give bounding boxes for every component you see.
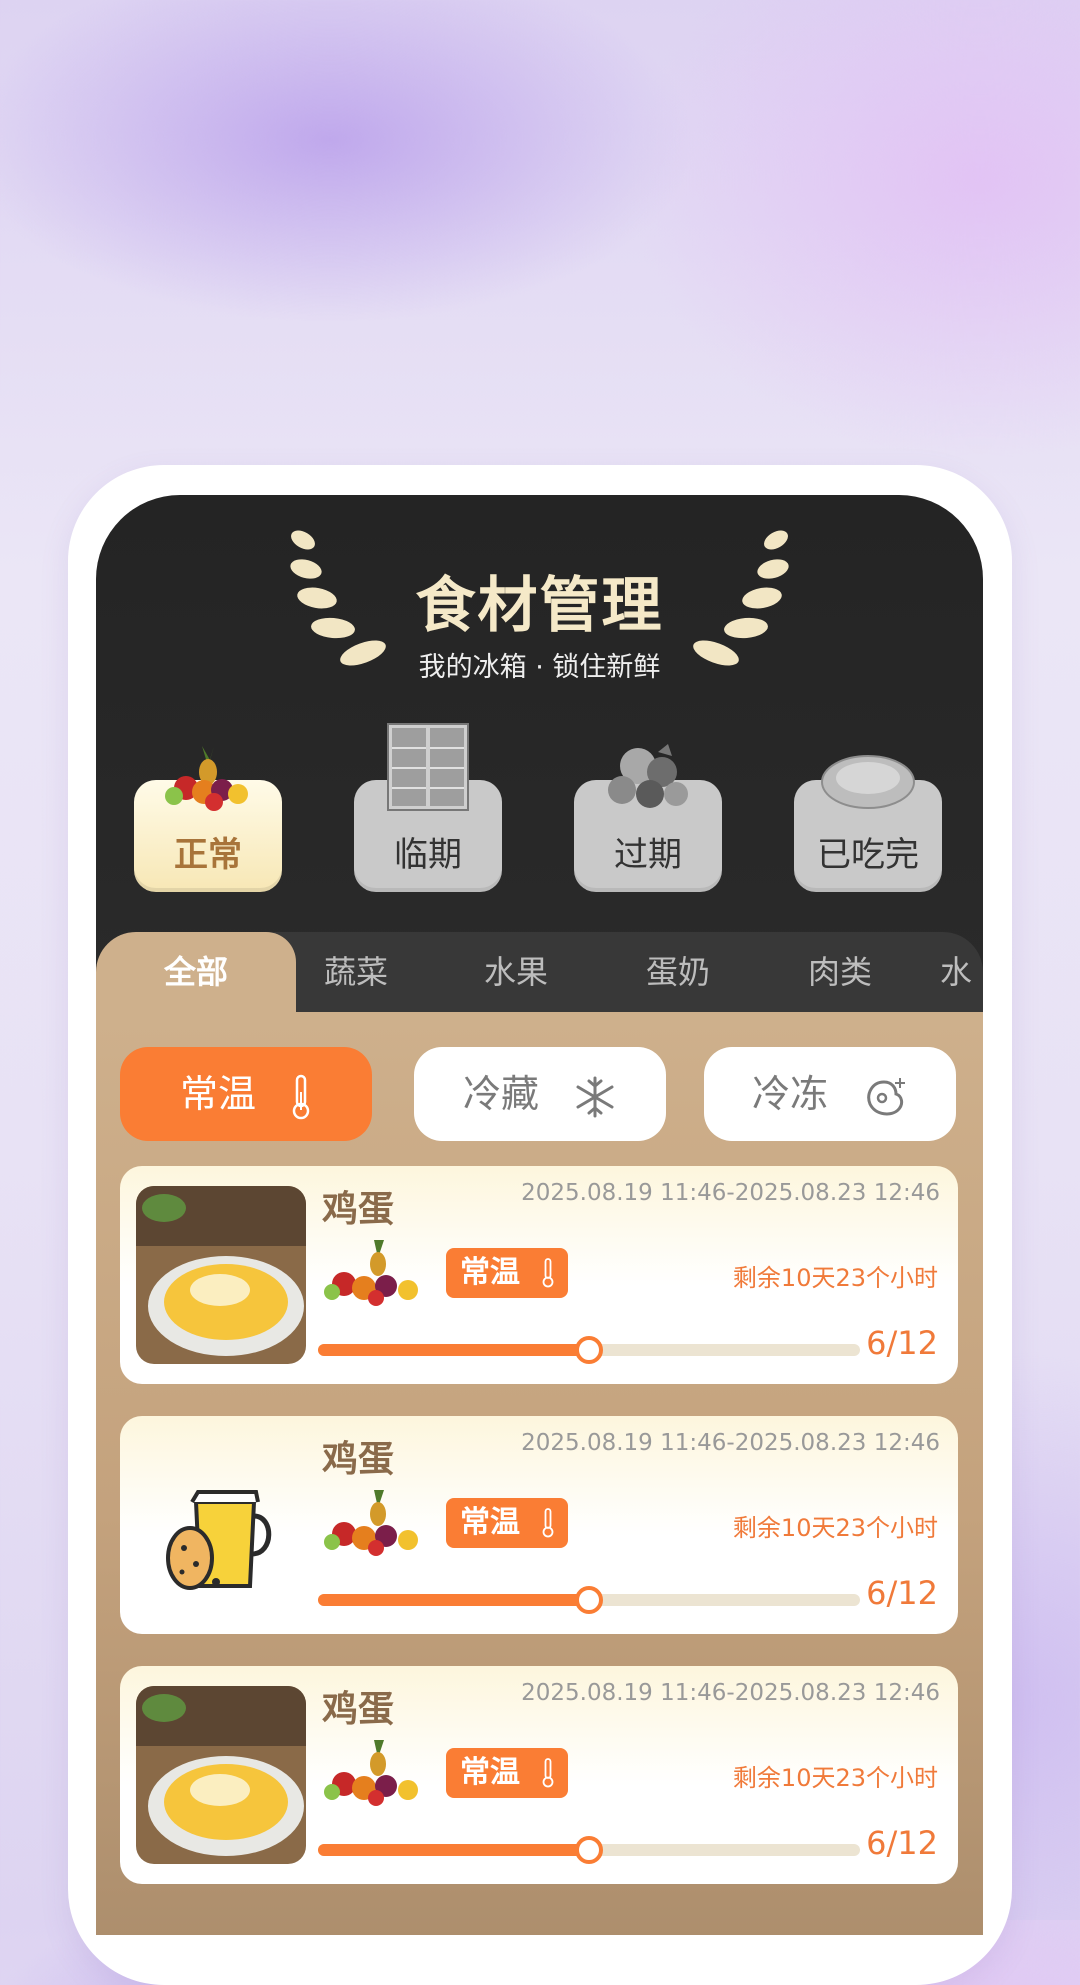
status-tab-label: 正常 <box>174 835 242 875</box>
progress-knob[interactable] <box>575 1336 603 1364</box>
status-tab-normal[interactable]: 正常 <box>134 746 282 892</box>
fruit-basket-icon <box>165 746 248 811</box>
fridge-icon <box>387 723 469 811</box>
storage-tag-label: 常温 <box>460 1505 520 1540</box>
progress-fill <box>318 1594 589 1606</box>
status-tabs: 正常 临期 过期 已吃完 <box>96 723 983 900</box>
food-date-range: 2025.08.19 11:46-2025.08.23 12:46 <box>521 1180 940 1206</box>
progress-fill <box>318 1344 589 1356</box>
food-date-range: 2025.08.19 11:46-2025.08.23 12:46 <box>521 1680 940 1706</box>
progress-knob[interactable] <box>575 1836 603 1864</box>
remaining-time: 剩余10天23个小时 <box>732 1764 938 1792</box>
status-tab-label: 临期 <box>394 835 462 875</box>
fruit-basket-icon <box>324 1740 418 1806</box>
storage-button-label: 冷冻 <box>751 1072 828 1116</box>
status-tab-finished[interactable]: 已吃完 <box>794 755 942 892</box>
food-list-panel: 常温 冷藏 冷冻 鸡蛋 2025.08.19 11:46-2025.08.23 … <box>96 1012 983 1935</box>
storage-button-label: 常温 <box>179 1072 256 1116</box>
thermometer-icon <box>542 1508 554 1538</box>
storage-tag-label: 常温 <box>460 1255 520 1290</box>
food-item-card[interactable]: 鸡蛋 2025.08.19 11:46-2025.08.23 12:46 常温 … <box>120 1416 958 1634</box>
storage-tag: 常温 <box>446 1498 568 1548</box>
food-name: 鸡蛋 <box>322 1439 395 1480</box>
food-name: 鸡蛋 <box>322 1189 395 1230</box>
empty-plate-icon <box>821 755 915 809</box>
frozen-meat-icon <box>867 1077 906 1115</box>
snowflake-icon <box>576 1076 614 1117</box>
status-tab-expiring[interactable]: 临期 <box>354 723 502 892</box>
status-tab-expired[interactable]: 过期 <box>574 744 722 892</box>
egg-photo-thumbnail <box>136 1186 306 1364</box>
food-item-card[interactable]: 鸡蛋 2025.08.19 11:46-2025.08.23 12:46 常温 … <box>120 1166 958 1384</box>
quantity-count: 6/12 <box>866 1324 938 1362</box>
progress-knob[interactable] <box>575 1586 603 1614</box>
tab-vegetables[interactable]: 蔬菜 <box>296 932 416 1012</box>
progress-fill <box>318 1844 589 1856</box>
freshness-progress-bar <box>318 1586 860 1614</box>
page-subtitle: 我的冰箱 · 锁住新鲜 <box>418 652 661 683</box>
remaining-time: 剩余10天23个小时 <box>732 1264 938 1292</box>
tab-eggs-dairy[interactable]: 蛋奶 <box>618 932 738 1012</box>
freshness-progress-bar <box>318 1836 860 1864</box>
fruit-basket-icon <box>324 1490 418 1556</box>
storage-button-label: 冷藏 <box>462 1072 539 1116</box>
app-screen: 食材管理 我的冰箱 · 锁住新鲜 正常 临期 过期 已吃完 全部 蔬菜 水果 蛋… <box>96 495 983 1935</box>
food-date-range: 2025.08.19 11:46-2025.08.23 12:46 <box>521 1430 940 1456</box>
quantity-count: 6/12 <box>866 1574 938 1612</box>
thermometer-icon <box>292 1074 310 1119</box>
storage-tag: 常温 <box>446 1248 568 1298</box>
storage-tag: 常温 <box>446 1748 568 1798</box>
egg-photo-thumbnail <box>136 1686 306 1864</box>
food-name: 鸡蛋 <box>322 1689 395 1730</box>
food-item-card[interactable]: 鸡蛋 2025.08.19 11:46-2025.08.23 12:46 常温 … <box>120 1666 958 1884</box>
tab-fruits[interactable]: 水果 <box>456 932 576 1012</box>
vegetables-icon <box>608 744 688 808</box>
storage-tag-label: 常温 <box>460 1755 520 1790</box>
quantity-count: 6/12 <box>866 1824 938 1862</box>
category-tabs: 全部 蔬菜 水果 蛋奶 肉类 水 <box>96 932 983 1012</box>
tab-meat[interactable]: 肉类 <box>780 932 900 1012</box>
storage-room-temp-button[interactable]: 常温 <box>120 1047 372 1141</box>
storage-refrigerated-button[interactable]: 冷藏 <box>414 1047 666 1141</box>
tab-water[interactable]: 水 <box>940 932 983 1012</box>
remaining-time: 剩余10天23个小时 <box>732 1514 938 1542</box>
fruit-basket-icon <box>324 1240 418 1306</box>
tab-all[interactable]: 全部 <box>96 932 296 1012</box>
thermometer-icon <box>542 1758 554 1788</box>
thermometer-icon <box>542 1258 554 1288</box>
page-title: 食材管理 <box>415 571 664 641</box>
egg-milk-illustration <box>136 1436 306 1614</box>
freshness-progress-bar <box>318 1336 860 1364</box>
status-tab-label: 已吃完 <box>817 835 919 875</box>
storage-frozen-button[interactable]: 冷冻 <box>704 1047 956 1141</box>
status-tab-label: 过期 <box>614 835 682 875</box>
